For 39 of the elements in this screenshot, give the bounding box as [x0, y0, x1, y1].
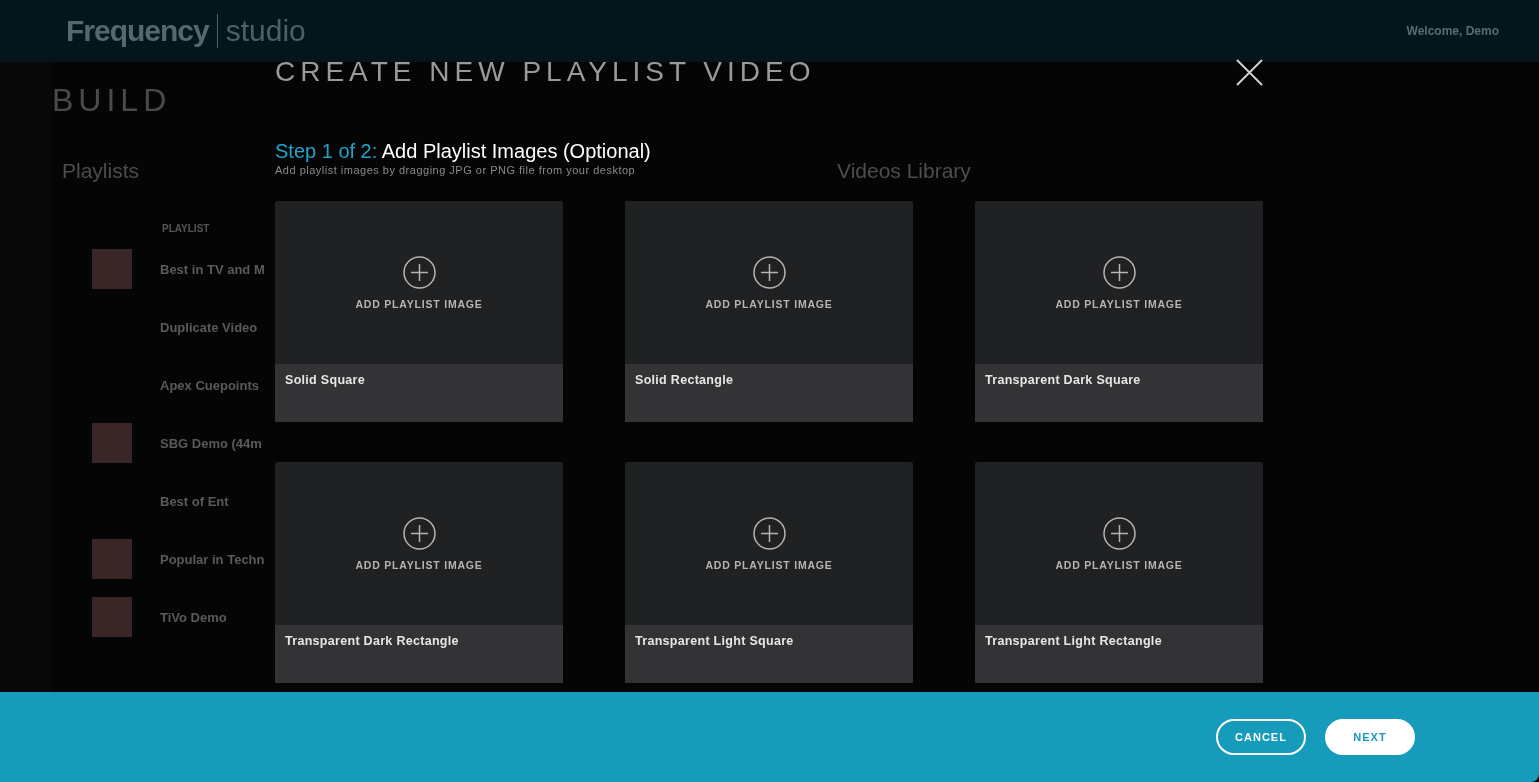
logo-text: Frequency	[66, 14, 209, 48]
add-image-button[interactable]: ADD PLAYLIST IMAGE	[975, 201, 1263, 364]
playlist-name[interactable]: Best in TV and M	[160, 261, 265, 277]
image-slot-label: Solid Square	[275, 364, 563, 422]
plus-circle-icon	[402, 516, 436, 550]
image-slot-label: Solid Rectangle	[625, 364, 913, 422]
add-image-button[interactable]: ADD PLAYLIST IMAGE	[275, 201, 563, 364]
cancel-button[interactable]: CANCEL	[1216, 719, 1306, 755]
add-image-button[interactable]: ADD PLAYLIST IMAGE	[625, 201, 913, 364]
next-button[interactable]: NEXT	[1325, 719, 1415, 755]
add-image-button[interactable]: ADD PLAYLIST IMAGE	[975, 462, 1263, 625]
plus-circle-icon	[402, 255, 436, 289]
logo-suffix: studio	[216, 14, 306, 48]
add-image-button[interactable]: ADD PLAYLIST IMAGE	[625, 462, 913, 625]
image-slot-label: Transparent Light Square	[625, 625, 913, 683]
image-slot-label: Transparent Dark Square	[975, 364, 1263, 422]
dialog-title: CREATE NEW PLAYLIST VIDEO	[275, 56, 816, 88]
step-indicator: Step 1 of 2:	[275, 140, 378, 162]
playlist-name[interactable]: Best of Ent	[160, 493, 229, 509]
playlist-name[interactable]: Duplicate Video	[160, 319, 258, 335]
playlist-name[interactable]: Popular in Techn	[160, 551, 265, 567]
playlists-title: Playlists	[62, 159, 140, 183]
playlist-name[interactable]: Apex Cuepoints	[160, 377, 259, 393]
videos-library-title: Videos Library	[837, 159, 971, 183]
plus-circle-icon	[752, 255, 786, 289]
step-hint: Add playlist images by dragging JPG or PNG file from your desktop	[275, 164, 636, 176]
welcome-text: Welcome, Demo	[1406, 24, 1499, 38]
column-header: PLAYLIST	[162, 223, 211, 234]
plus-circle-icon	[752, 516, 786, 550]
plus-circle-icon	[1102, 255, 1136, 289]
close-icon[interactable]	[1236, 58, 1263, 86]
step-heading: Add Playlist Images (Optional)	[381, 140, 651, 162]
plus-circle-icon	[1102, 516, 1136, 550]
section-title: BUILD	[52, 82, 173, 119]
playlist-name[interactable]: SBG Demo (44m	[160, 435, 262, 451]
playlist-name[interactable]: TiVo Demo	[160, 609, 227, 625]
add-image-button[interactable]: ADD PLAYLIST IMAGE	[275, 462, 563, 625]
image-slot-label: Transparent Light Rectangle	[975, 625, 1263, 683]
image-slot-label: Transparent Dark Rectangle	[275, 625, 563, 683]
